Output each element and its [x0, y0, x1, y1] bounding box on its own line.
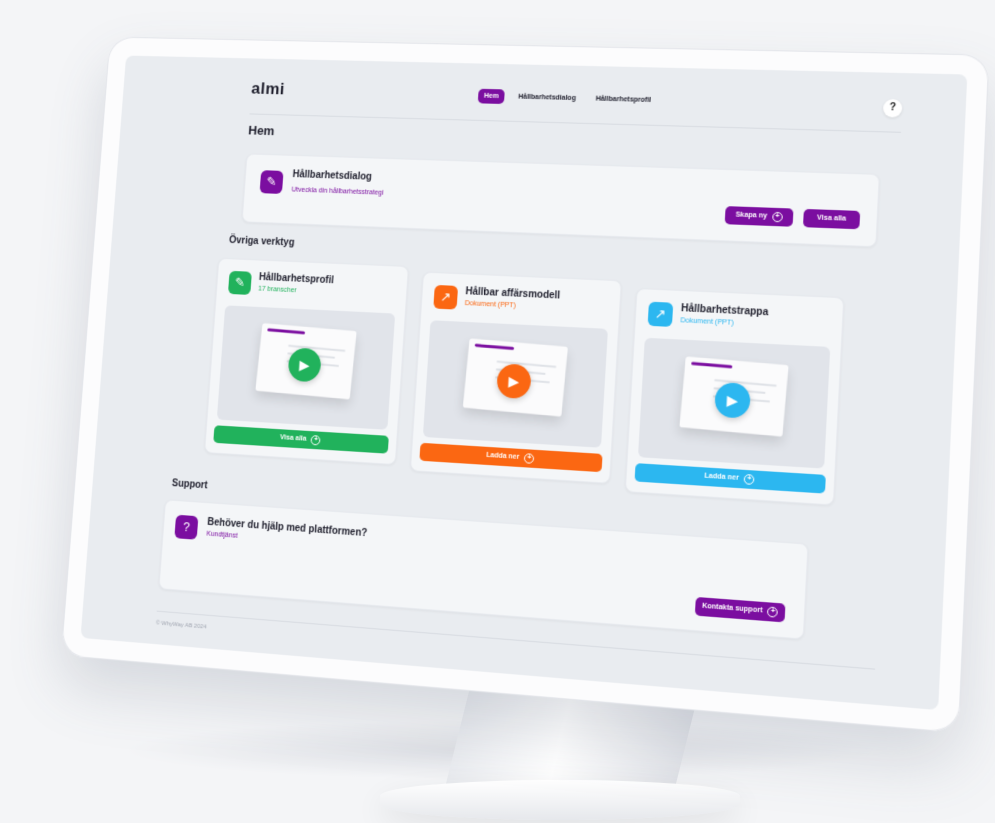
contact-support-button[interactable]: Kontakta support +: [694, 596, 786, 623]
question-circle-icon: ?: [174, 514, 199, 540]
download-business-model-button[interactable]: Ladda ner +: [419, 442, 603, 473]
view-all-profile-button[interactable]: Visa alla +: [213, 425, 389, 454]
privacy-link[interactable]: Integritetspolicy: [821, 700, 873, 710]
dialog-subtitle: Utveckla din hållbarhetsstrategi: [291, 186, 384, 197]
button-label: Kontakta support: [701, 602, 763, 615]
terms-link[interactable]: Användarvillkor: [756, 695, 807, 707]
copyright: © WhyWay AB 2024: [155, 620, 207, 631]
tool-card-profile: ✎ Hållbarhetsprofil 17 branscher ▶ Visa …: [204, 257, 409, 466]
video-thumbnail[interactable]: ▶: [422, 320, 608, 448]
monitor: almi Hem Hållbarhetsdialog Hållbarhetspr…: [60, 36, 990, 734]
tool-card-business-model: ↗ Hållbar affärsmodell Dokument (PPT) ▶ …: [409, 271, 622, 484]
dialog-title: Hållbarhetsdialog: [292, 169, 373, 183]
nav-hallbarhetsprofil[interactable]: Hållbarhetsprofil: [589, 92, 657, 109]
document-icon: ✎: [227, 270, 252, 295]
tool-subtitle: Dokument (PPT): [464, 300, 517, 310]
trend-up-icon: ↗: [433, 284, 459, 310]
page-title: Hem: [247, 122, 276, 139]
tools-heading: Övriga verktyg: [228, 235, 295, 249]
create-new-button[interactable]: Skapa ny +: [724, 206, 794, 227]
monitor-base: [380, 780, 740, 820]
almi-logo[interactable]: almi: [251, 79, 286, 99]
trend-up-icon: ↗: [647, 301, 674, 327]
download-staircase-button[interactable]: Ladda ner +: [634, 463, 826, 494]
plus-circle-icon: +: [743, 473, 755, 485]
tool-title: Hållbarhetsprofil: [258, 272, 335, 287]
top-navigation: almi Hem Hållbarhetsdialog Hållbarhetspr…: [250, 79, 903, 125]
footer-links: Användarvillkor Integritetspolicy: [756, 695, 874, 710]
button-label: Visa alla: [279, 434, 307, 443]
tool-title: Hållbarhetstrappa: [680, 303, 769, 319]
tool-card-staircase: ↗ Hållbarhetstrappa Dokument (PPT) ▶ Lad…: [624, 287, 845, 506]
create-new-label: Skapa ny: [735, 211, 768, 220]
view-all-dialog-button[interactable]: Visa alla: [802, 208, 861, 230]
document-icon: ✎: [259, 170, 284, 194]
nav-hallbarhetsdialog[interactable]: Hållbarhetsdialog: [512, 90, 582, 106]
app-screen: almi Hem Hållbarhetsdialog Hållbarhetspr…: [80, 55, 968, 711]
plus-circle-icon: +: [523, 453, 535, 464]
help-icon[interactable]: ?: [882, 98, 903, 118]
plus-circle-icon: +: [767, 606, 779, 618]
plus-circle-icon: +: [771, 211, 783, 223]
support-subtitle: Kundtjänst: [206, 530, 238, 540]
nav-hem[interactable]: Hem: [477, 88, 506, 105]
dialog-card: ✎ Hållbarhetsdialog Utveckla din hållbar…: [241, 153, 880, 248]
button-label: Ladda ner: [704, 472, 740, 482]
video-thumbnail[interactable]: ▶: [637, 337, 831, 469]
video-thumbnail[interactable]: ▶: [216, 305, 396, 430]
tool-subtitle: Dokument (PPT): [680, 317, 734, 327]
tool-title: Hållbar affärsmodell: [465, 286, 561, 302]
tool-subtitle: 17 branscher: [257, 285, 297, 295]
button-label: Ladda ner: [486, 451, 520, 461]
support-heading: Support: [171, 478, 208, 492]
main-nav: Hem Hållbarhetsdialog Hållbarhetsprofil: [477, 88, 658, 109]
plus-circle-icon: +: [310, 435, 322, 446]
